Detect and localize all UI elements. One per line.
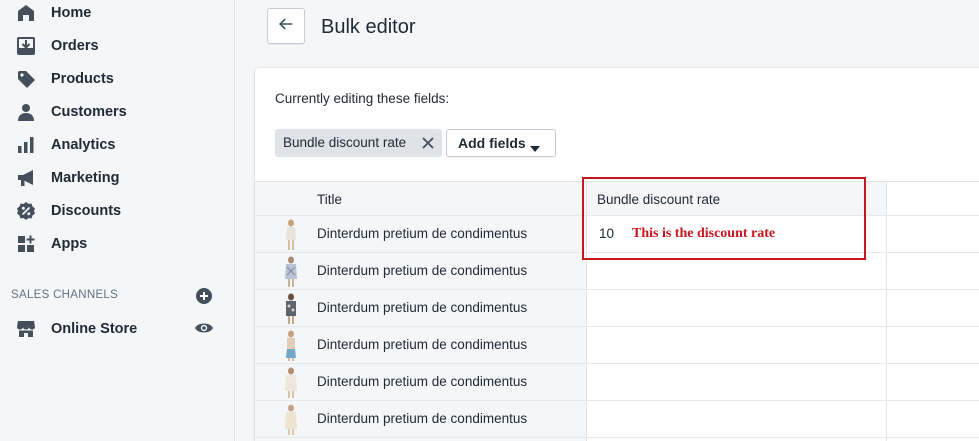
product-thumbnail — [283, 366, 299, 399]
product-thumbnail — [283, 255, 299, 288]
sidebar-item-analytics[interactable]: Analytics — [0, 128, 234, 161]
sidebar-item-products[interactable]: Products — [0, 62, 234, 95]
row-title: Dinterdum pretium de condimentus — [317, 263, 528, 278]
sidebar: Home Orders Products Customers Analytics… — [0, 0, 235, 441]
sidebar-item-label: Home — [51, 4, 92, 21]
product-thumbnail — [283, 292, 299, 325]
back-button[interactable] — [267, 8, 305, 44]
sidebar-item-discounts[interactable]: Discounts — [0, 194, 234, 227]
editing-fields-label: Currently editing these fields: — [275, 91, 450, 106]
table-row: Dinterdum pretium de condimentus — [255, 327, 979, 364]
table-row: Dinterdum pretium de condimentus — [255, 401, 979, 438]
eye-icon[interactable] — [194, 319, 214, 337]
row-title: Dinterdum pretium de condimentus — [317, 411, 528, 426]
row-title: Dinterdum pretium de condimentus — [317, 337, 528, 352]
sidebar-item-apps[interactable]: Apps — [0, 227, 234, 260]
page-title: Bulk editor — [321, 16, 416, 38]
person-icon — [16, 102, 36, 122]
sidebar-item-label: Marketing — [51, 169, 120, 186]
table-row: Dinterdum pretium de condimentus — [255, 290, 979, 327]
annotation-highlight-box — [582, 177, 866, 260]
row-divider — [255, 437, 979, 438]
table-row: Dinterdum pretium de condimentus — [255, 364, 979, 401]
tag-icon — [16, 69, 36, 89]
discount-icon — [16, 201, 36, 221]
apps-icon — [16, 234, 36, 254]
row-title: Dinterdum pretium de condimentus — [317, 374, 528, 389]
sidebar-item-home[interactable]: Home — [0, 0, 234, 29]
sidebar-item-marketing[interactable]: Marketing — [0, 161, 234, 194]
sidebar-item-label: Apps — [51, 235, 88, 252]
megaphone-icon — [16, 168, 36, 188]
sidebar-item-label: Orders — [51, 37, 99, 54]
sidebar-item-label: Discounts — [51, 202, 122, 219]
sidebar-item-orders[interactable]: Orders — [0, 29, 234, 62]
product-thumbnail — [283, 329, 299, 362]
annotation-text: This is the discount rate — [632, 226, 776, 241]
field-tag-label: Bundle discount rate — [283, 135, 407, 150]
column-header-title[interactable]: Title — [317, 192, 342, 207]
home-icon — [16, 3, 36, 23]
sidebar-item-customers[interactable]: Customers — [0, 95, 234, 128]
row-title: Dinterdum pretium de condimentus — [317, 300, 528, 315]
sidebar-item-label: Analytics — [51, 136, 116, 153]
product-thumbnail — [283, 218, 299, 251]
product-thumbnail — [283, 403, 299, 436]
arrow-left-icon — [277, 15, 295, 38]
add-fields-label: Add fields — [458, 135, 526, 151]
close-icon[interactable] — [420, 135, 436, 151]
row-title: Dinterdum pretium de condimentus — [317, 226, 528, 241]
bar-chart-icon — [16, 135, 36, 155]
sidebar-item-label: Products — [51, 70, 114, 87]
orders-icon — [16, 36, 36, 56]
sidebar-item-label: Online Store — [51, 320, 138, 337]
sales-channels-heading: SALES CHANNELS — [11, 289, 119, 301]
sidebar-item-label: Customers — [51, 103, 127, 120]
store-icon — [16, 319, 36, 339]
add-fields-button[interactable]: Add fields — [446, 129, 556, 157]
add-sales-channel-icon[interactable] — [195, 287, 213, 305]
field-tag: Bundle discount rate — [275, 129, 442, 157]
caret-down-icon — [530, 140, 540, 152]
